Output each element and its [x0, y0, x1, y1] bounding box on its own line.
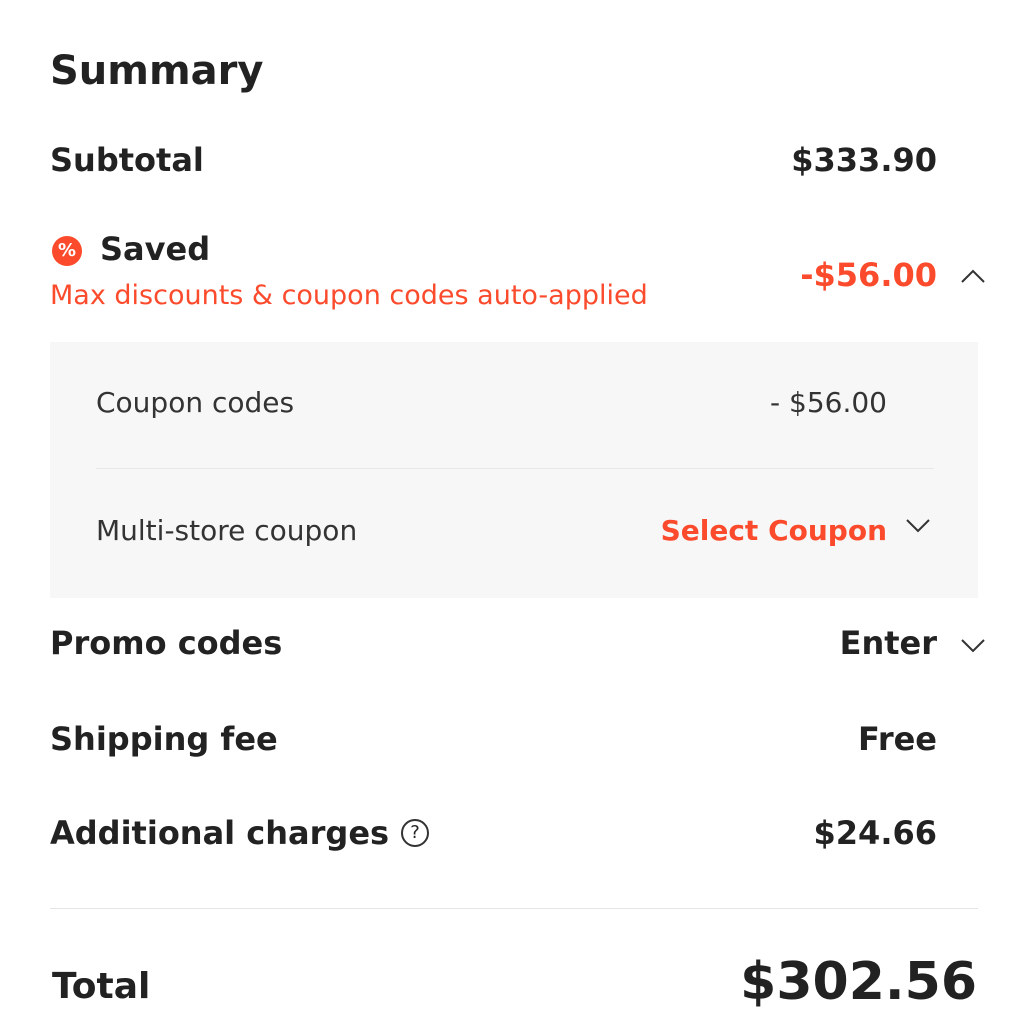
coupon-codes-label: Coupon codes	[96, 386, 295, 419]
total-value: $302.56	[740, 952, 977, 1012]
total-divider	[50, 908, 978, 909]
promo-enter-button[interactable]: Enter	[840, 624, 937, 662]
subtotal-value: $333.90	[791, 141, 937, 179]
coupon-codes-value: - $56.00	[770, 386, 887, 419]
shipping-fee-value: Free	[858, 720, 937, 758]
total-label: Total	[52, 966, 151, 1007]
chevron-up-icon[interactable]	[958, 262, 988, 292]
summary-title: Summary	[50, 48, 264, 94]
saved-value: -$56.00	[800, 256, 937, 294]
select-coupon-button[interactable]: Select Coupon	[661, 514, 887, 547]
chevron-down-icon[interactable]	[958, 630, 988, 660]
panel-divider	[96, 468, 934, 469]
additional-charges-value: $24.66	[813, 814, 937, 852]
coupon-percent-icon: %	[52, 236, 82, 266]
saved-label: Saved	[100, 230, 211, 268]
additional-charges-row-label: Additional charges ?	[50, 814, 430, 852]
chevron-down-icon[interactable]	[903, 510, 933, 540]
question-circle-icon[interactable]: ?	[401, 819, 430, 847]
shipping-fee-label: Shipping fee	[50, 720, 278, 758]
promo-codes-label: Promo codes	[50, 624, 283, 662]
savings-details-panel	[50, 342, 978, 598]
multi-store-coupon-label: Multi-store coupon	[96, 514, 358, 547]
saved-subtext: Max discounts & coupon codes auto-applie…	[50, 280, 648, 311]
additional-charges-label: Additional charges	[50, 814, 390, 852]
subtotal-label: Subtotal	[50, 141, 204, 179]
